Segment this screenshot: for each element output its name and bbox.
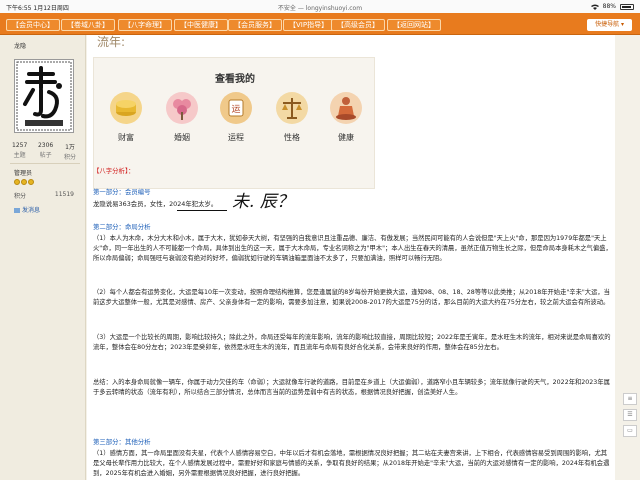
stat-threads[interactable]: 1257 主题 bbox=[12, 142, 27, 161]
right-tools: ≡ ☰ ▭ bbox=[615, 35, 640, 480]
tab-health[interactable]: 【中医健康】 bbox=[174, 19, 228, 31]
view-item-health[interactable]: 健康 bbox=[328, 92, 364, 143]
user-stats: 1257 主题 2306 帖子 1万 积分 bbox=[12, 142, 76, 161]
tab-vip[interactable]: 【VIP指导】 bbox=[283, 19, 335, 31]
user-sidebar: 龙隐 1257 主题 2306 帖子 1万 积分 管理员 积分 11519 发消息 bbox=[0, 35, 86, 480]
tab-premium[interactable]: 【高级会员】 bbox=[331, 19, 385, 31]
paragraph-1: （1）本人为木命，木分大木和小木，属于大木，犹如参天大树，有坚强的自我意识且注重… bbox=[93, 235, 612, 262]
part1-text: 龙隐说易363会员，女性，2024年犯太岁。 bbox=[93, 200, 218, 208]
stat-posts[interactable]: 2306 帖子 bbox=[38, 142, 53, 161]
flower-icon bbox=[166, 92, 198, 124]
comment-icon[interactable]: ≡ bbox=[623, 393, 637, 405]
rank-stars bbox=[14, 179, 34, 185]
top-nav: 【会员中心】 【卷域八卦】 【八字命理】 【中医健康】 【会员服务】 【VIP指… bbox=[0, 13, 640, 35]
status-right: 88% bbox=[590, 3, 634, 10]
view-item-marriage[interactable]: 婚姻 bbox=[164, 92, 200, 143]
paragraph-2: （2）每个人都会有运势变化，大运是每10年一次变动，按照命理结构推算，您是逢属鼠… bbox=[93, 289, 610, 306]
post-content: 流年: 查看我的 财富 婚姻 运 运程 性格 健康 【八字分析】： 第一部分：会… bbox=[87, 35, 615, 480]
message-icon bbox=[14, 208, 20, 213]
wifi-icon bbox=[590, 4, 599, 10]
part3-title: 第三部分：其他分析 bbox=[93, 438, 151, 446]
part2-title: 第二部分：命局分析 bbox=[93, 223, 151, 231]
username[interactable]: 龙隐 bbox=[14, 41, 26, 50]
battery-icon bbox=[620, 3, 634, 10]
tab-bagua[interactable]: 【卷域八卦】 bbox=[61, 19, 115, 31]
comment-icon[interactable]: ▭ bbox=[623, 425, 637, 437]
scales-icon bbox=[276, 92, 308, 124]
meditation-icon bbox=[330, 92, 362, 124]
battery-percent: 88% bbox=[602, 3, 616, 10]
avatar[interactable] bbox=[14, 59, 74, 133]
stat-points[interactable]: 1万 积分 bbox=[64, 142, 76, 161]
star-icon bbox=[21, 179, 27, 185]
quick-nav-button[interactable]: 快捷导航 ▾ bbox=[587, 19, 632, 31]
share-icon[interactable]: ☰ bbox=[623, 409, 637, 421]
star-icon bbox=[14, 179, 20, 185]
coins-icon bbox=[110, 92, 142, 124]
fortune-icon: 运 bbox=[220, 92, 252, 124]
section-title: 【八字分析】： bbox=[93, 167, 135, 175]
handwritten-note: 未. 辰？ bbox=[232, 192, 294, 212]
tab-member-center[interactable]: 【会员中心】 bbox=[6, 19, 60, 31]
svg-text:运: 运 bbox=[231, 104, 240, 115]
tab-bazi[interactable]: 【八字命理】 bbox=[118, 19, 172, 31]
view-item-wealth[interactable]: 财富 bbox=[108, 92, 144, 143]
part1-title: 第一部分：会员编号 bbox=[93, 188, 151, 196]
address-bar[interactable]: 不安全 — longyinshuoyi.com bbox=[0, 3, 640, 12]
star-icon bbox=[28, 179, 34, 185]
view-item-personality[interactable]: 性格 bbox=[274, 92, 310, 143]
view-my-card: 查看我的 财富 婚姻 运 运程 性格 健康 bbox=[93, 57, 375, 189]
view-item-fortune[interactable]: 运 运程 bbox=[218, 92, 254, 143]
points-row: 积分 11519 bbox=[14, 191, 74, 200]
summary-text: 总结：入的本身命局就像一辆车，你属于动力欠佳的车（命弱）；大运就像车行驶的道路，… bbox=[93, 379, 610, 396]
view-title: 查看我的 bbox=[215, 74, 255, 85]
user-role: 管理员 bbox=[14, 170, 33, 177]
page-heading: 流年: bbox=[97, 35, 126, 49]
status-bar: 下午6:55 1月12日周四 不安全 — longyinshuoyi.com 8… bbox=[0, 0, 640, 13]
divider bbox=[10, 163, 80, 164]
tab-back-site[interactable]: 【返回网站】 bbox=[387, 19, 441, 31]
send-message-link[interactable]: 发消息 bbox=[14, 205, 40, 214]
paragraph-3: （3）大运是一个比较长的周期，影响比较持久；除此之外，命局还受每年的流年影响，流… bbox=[93, 334, 611, 351]
tab-member-service[interactable]: 【会员服务】 bbox=[228, 19, 282, 31]
paragraph-4: （1）感情方面，其一命局里面没有夫星，代表个人感情容易空白，中年以后才有机会落地… bbox=[93, 450, 610, 477]
handwriting-underline bbox=[177, 210, 227, 211]
